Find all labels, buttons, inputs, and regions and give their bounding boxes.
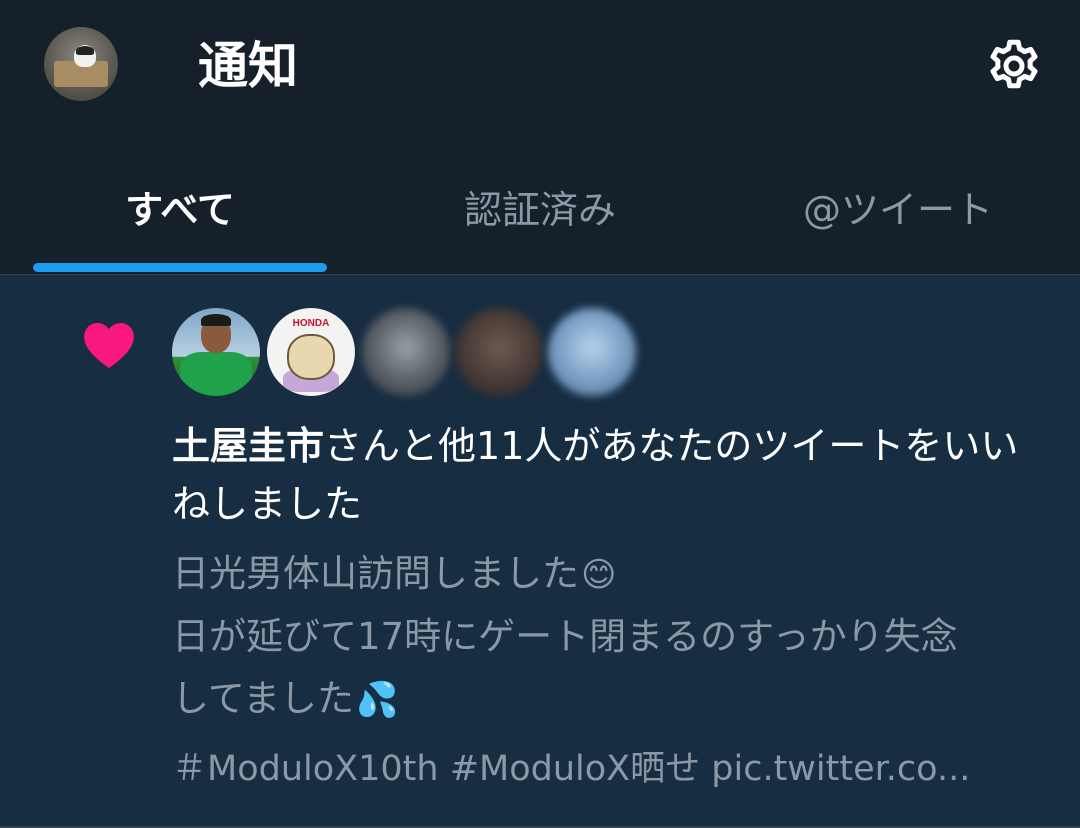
avatar-mascot [287, 334, 335, 380]
tweet-line: 日光男体山訪問しました😊 [172, 543, 1042, 606]
liker-avatar[interactable] [362, 308, 450, 396]
tweet-line-text: してました [172, 677, 355, 720]
notification-summary: 土屋圭市さんと他11人があなたのツイートをいいねしました [172, 417, 1042, 533]
avatar-hair [201, 314, 231, 326]
app-header: 通知 [0, 0, 1080, 140]
tweet-preview: 日光男体山訪問しました😊 日が延びて17時にゲート閉まるのすっかり失念 してまし… [172, 543, 1042, 731]
liker-avatar[interactable] [548, 308, 636, 396]
tweet-line-text: 日光男体山訪問しました [172, 552, 579, 595]
liker-name[interactable]: 土屋圭市 [172, 424, 324, 468]
avatar-cat [74, 45, 96, 67]
liker-avatar[interactable]: HONDA [267, 308, 355, 396]
tweet-hashtags[interactable]: ＃ModuloX10th #ModuloX晒せ pic.twitter.co..… [172, 741, 1042, 797]
like-notification[interactable]: HONDA 土屋圭市さんと他11人があなたのツイートをいいねしました 日光男体山… [0, 275, 1080, 828]
gear-icon[interactable] [984, 36, 1044, 96]
sweat-droplets-emoji-icon: 💦 [356, 680, 399, 720]
page-title: 通知 [198, 37, 298, 95]
liker-avatar[interactable] [455, 308, 543, 396]
profile-avatar[interactable] [44, 27, 118, 101]
tab-all[interactable]: すべて [33, 180, 327, 240]
tweet-line: してました💦 [172, 668, 1042, 731]
active-tab-indicator [33, 263, 327, 272]
tab-verified[interactable]: 認証済み [392, 180, 688, 240]
honda-logo: HONDA [292, 318, 330, 329]
tab-bar: すべて 認証済み @ツイート [0, 140, 1080, 275]
tab-mentions[interactable]: @ツイート [750, 180, 1046, 240]
tweet-line: 日が延びて17時にゲート閉まるのすっかり失念 [172, 615, 958, 658]
avatar-suit [180, 352, 252, 396]
heart-icon [80, 318, 138, 370]
liker-avatar[interactable] [172, 308, 260, 396]
smile-emoji-icon: 😊 [581, 555, 617, 595]
